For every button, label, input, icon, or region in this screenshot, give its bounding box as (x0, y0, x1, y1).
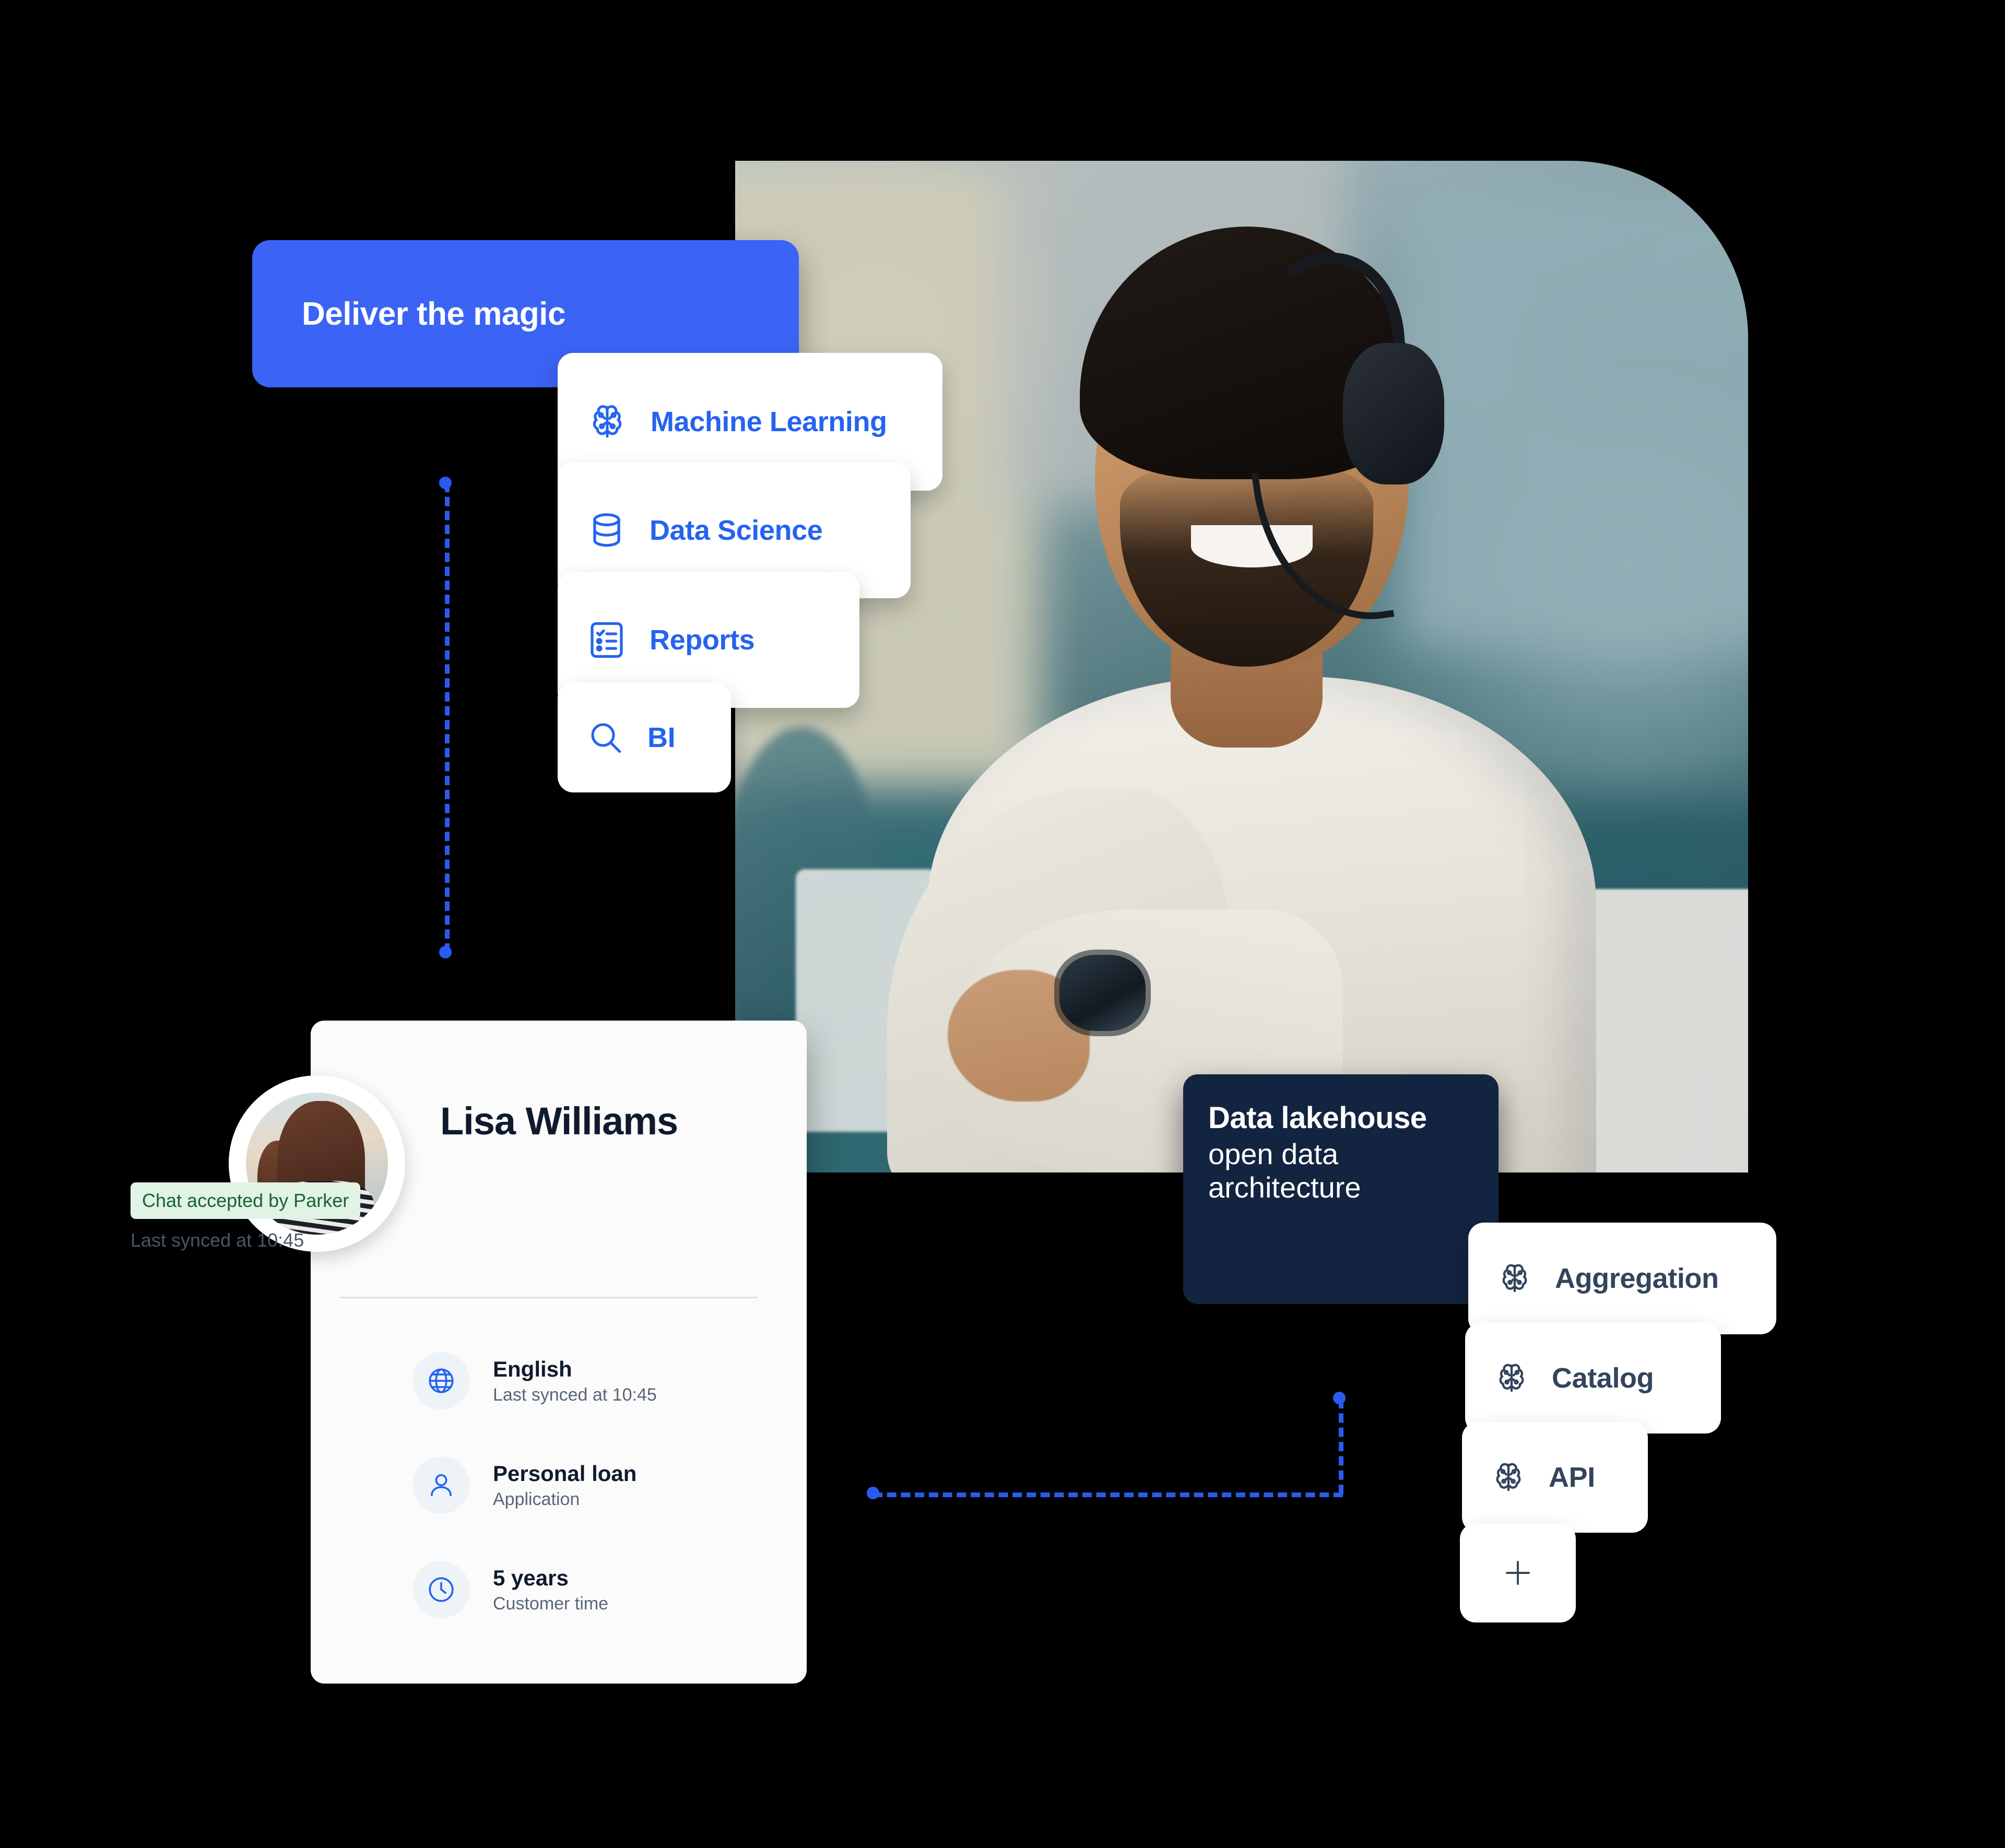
add-card-button[interactable] (1460, 1523, 1576, 1622)
search-icon (585, 717, 627, 759)
checklist-icon (585, 618, 629, 662)
row-subtitle: Customer time (493, 1593, 609, 1614)
platform-card-catalog[interactable]: Catalog (1465, 1323, 1721, 1434)
canvas: Deliver the magic Machine Learning Data … (0, 0, 2005, 1848)
capability-label: BI (647, 722, 676, 753)
row-title: English (493, 1356, 572, 1381)
capability-label: Reports (650, 624, 755, 656)
globe-icon (412, 1352, 470, 1409)
lakehouse-subtitle: open data architecture (1208, 1137, 1361, 1204)
capability-label: Data Science (650, 515, 823, 546)
capability-card-bi[interactable]: BI (558, 683, 731, 792)
row-title: 5 years (493, 1565, 569, 1590)
row-subtitle: Application (493, 1489, 580, 1509)
brain-icon (1492, 1359, 1531, 1397)
brain-icon (1495, 1259, 1534, 1298)
customer-name: Lisa Williams (440, 1099, 678, 1143)
avatar (229, 1075, 405, 1252)
connector-dot (1333, 1392, 1346, 1404)
connector-dot (867, 1487, 879, 1499)
platform-card-aggregation[interactable]: Aggregation (1468, 1223, 1776, 1334)
last-synced-text: Last synced at 10:45 (131, 1229, 304, 1251)
brain-icon (585, 399, 630, 444)
database-icon (585, 508, 629, 552)
lakehouse-title: Data lakehouse (1208, 1101, 1427, 1135)
row-title: Personal loan (493, 1461, 637, 1486)
agent-figure (735, 161, 1748, 1172)
profile-row-product[interactable]: Personal loan Application (412, 1456, 636, 1514)
connector-dot (439, 946, 452, 958)
wristwatch (1059, 955, 1146, 1031)
platform-label: Catalog (1552, 1363, 1654, 1394)
clock-icon (412, 1561, 470, 1618)
plus-icon (1499, 1554, 1537, 1592)
connector-vertical-right (1339, 1399, 1343, 1494)
profile-row-language[interactable]: English Last synced at 10:45 (412, 1352, 657, 1409)
brain-icon (1489, 1458, 1528, 1497)
headline-title: Deliver the magic (302, 295, 565, 332)
divider (339, 1297, 757, 1298)
row-subtitle: Last synced at 10:45 (493, 1384, 657, 1405)
platform-label: API (1549, 1462, 1595, 1493)
connector-horizontal (873, 1492, 1343, 1497)
lakehouse-card: Data lakehouse open data architecture (1183, 1074, 1499, 1304)
connector-dot (439, 477, 452, 489)
platform-card-api[interactable]: API (1462, 1422, 1648, 1533)
hero-photo (735, 161, 1748, 1172)
profile-row-tenure[interactable]: 5 years Customer time (412, 1561, 608, 1618)
capability-label: Machine Learning (651, 406, 887, 437)
platform-label: Aggregation (1555, 1263, 1719, 1294)
status-badge: Chat accepted by Parker (131, 1182, 361, 1219)
person-icon (412, 1456, 470, 1514)
connector-vertical-left (445, 483, 450, 953)
